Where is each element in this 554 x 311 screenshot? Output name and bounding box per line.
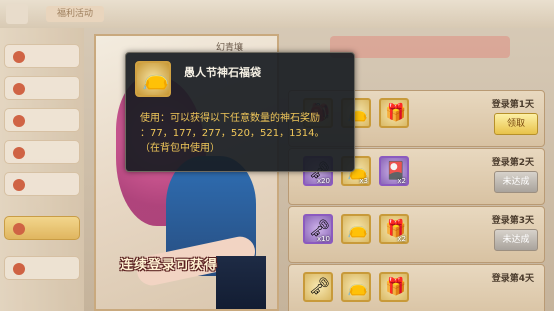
- reward-row: 🗝 👝 🎁 登录第4天: [288, 264, 545, 311]
- reward-slot[interactable]: 🗝 x10: [303, 214, 333, 244]
- sidebar-dot-icon: [13, 223, 25, 235]
- day-label: 登录第4天: [491, 274, 534, 284]
- top-tab[interactable]: 福利活动: [46, 6, 104, 22]
- menu-button[interactable]: [6, 4, 28, 24]
- event-banner-title: [330, 36, 510, 58]
- reward-slot[interactable]: 👝: [341, 214, 371, 244]
- reward-slot[interactable]: 🎁: [379, 98, 409, 128]
- claim-button[interactable]: 领取: [494, 113, 538, 135]
- sidebar-item[interactable]: [4, 76, 80, 100]
- item-qty: x10: [316, 235, 330, 243]
- tooltip-item-frame: 👝: [135, 61, 171, 97]
- reward-row: 🗝 x10 👝 🎁 x2 登录第3天 未达成: [288, 206, 545, 263]
- locked-button[interactable]: 未达成: [494, 171, 538, 193]
- day-label: 登录第1天: [491, 100, 534, 110]
- sidebar: [0, 28, 84, 311]
- sidebar-dot-icon: [13, 179, 25, 191]
- item-qty: x20: [316, 177, 330, 185]
- tooltip-desc-line: （在背包中使用）: [140, 143, 220, 154]
- sidebar-item[interactable]: [4, 108, 80, 132]
- gift-box-icon: 🎁: [385, 277, 407, 297]
- reward-slot[interactable]: 🗝: [303, 272, 333, 302]
- lucky-bag-icon: 👝: [347, 219, 369, 239]
- item-qty: x2: [397, 177, 406, 185]
- day-label: 登录第3天: [491, 216, 534, 226]
- key-icon: 🗝: [309, 277, 331, 297]
- reward-slot[interactable]: 🎴 x2: [379, 156, 409, 186]
- reward-slot[interactable]: 🎁: [379, 272, 409, 302]
- sidebar-item[interactable]: [4, 256, 80, 280]
- item-qty: x2: [397, 235, 406, 243]
- day-label: 登录第2天: [491, 158, 534, 168]
- character-legs: [216, 256, 266, 309]
- tooltip-desc-line: 使用：可以获得以下任意数量的神石奖励: [140, 113, 320, 124]
- event-slogan: 连续登录可获得: [120, 258, 219, 273]
- tooltip-desc-line: ：77，177，277，520，521，1314。: [140, 128, 325, 139]
- sidebar-item-active[interactable]: [4, 216, 80, 240]
- lucky-bag-icon: 👝: [347, 277, 369, 297]
- sidebar-item[interactable]: [4, 44, 80, 68]
- sidebar-dot-icon: [13, 115, 25, 127]
- lucky-bag-icon: 👝: [142, 66, 170, 91]
- item-qty: x3: [359, 177, 368, 185]
- sidebar-item[interactable]: [4, 172, 80, 196]
- sidebar-item[interactable]: [4, 140, 80, 164]
- tooltip-description: 使用：可以获得以下任意数量的神石奖励 ：77，177，277，520，521，1…: [140, 111, 350, 156]
- sidebar-dot-icon: [13, 51, 25, 63]
- sidebar-dot-icon: [13, 147, 25, 159]
- item-tooltip: 👝 愚人节神石福袋 使用：可以获得以下任意数量的神石奖励 ：77，177，277…: [125, 52, 355, 172]
- gift-box-icon: 🎁: [385, 103, 407, 123]
- sidebar-dot-icon: [13, 263, 25, 275]
- locked-button[interactable]: 未达成: [494, 229, 538, 251]
- reward-slot[interactable]: 🎁 x2: [379, 214, 409, 244]
- sidebar-dot-icon: [13, 83, 25, 95]
- reward-slot[interactable]: 👝: [341, 272, 371, 302]
- tooltip-title: 愚人节神石福袋: [184, 66, 261, 79]
